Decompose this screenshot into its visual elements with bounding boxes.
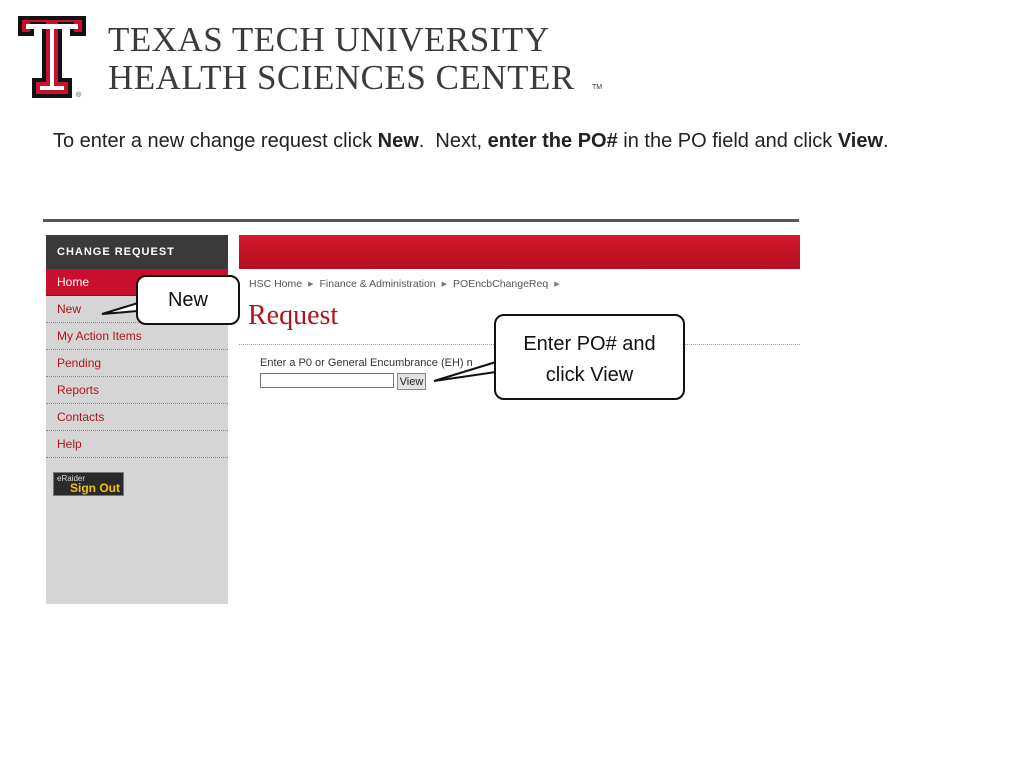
view-button[interactable]: View <box>397 373 426 390</box>
trademark-mark: TM <box>592 84 603 91</box>
instructions-part1: To enter a new change request click <box>53 130 378 152</box>
instructions-new-bold: New <box>377 130 419 152</box>
triangle-right-icon: ▶ <box>441 281 448 288</box>
breadcrumb-poencbchangereq[interactable]: POEncbChangeReq <box>453 278 548 290</box>
instructions-part4: . <box>883 130 889 152</box>
callout-new-text: New <box>167 289 208 311</box>
sidebar-item-help[interactable]: Help <box>46 431 228 458</box>
header: ® TEXAS TECH UNIVERSITY HEALTH SCIENCES … <box>16 14 636 104</box>
callout-po-line1: Enter PO# and <box>523 333 656 355</box>
breadcrumb-hsc-home[interactable]: HSC Home <box>249 278 302 290</box>
instructions-text: To enter a new change request click New.… <box>53 126 933 157</box>
sidebar-title: CHANGE REQUEST <box>46 235 228 269</box>
instructions-part3: in the PO field and click <box>617 130 838 152</box>
sidebar-item-reports[interactable]: Reports <box>46 377 228 404</box>
page-title: Request <box>248 300 339 331</box>
triangle-right-icon: ▶ <box>308 281 314 288</box>
breadcrumb-finance-administration[interactable]: Finance & Administration <box>320 278 436 290</box>
double-t-logo-icon <box>18 16 86 98</box>
callout-enter-po: Enter PO# and click View <box>494 314 685 400</box>
sidebar-item-contacts[interactable]: Contacts <box>46 404 228 431</box>
breadcrumb: HSC Home ▶ Finance & Administration ▶ POEncb… <box>249 278 566 290</box>
divider <box>43 219 799 222</box>
instructions-enter-po-bold: enter the PO# <box>487 130 618 152</box>
triangle-right-icon: ▶ <box>554 281 560 288</box>
callout-new: New <box>136 275 240 325</box>
sidebar-item-my-action-items[interactable]: My Action Items <box>46 323 228 350</box>
instructions-view-bold: View <box>837 130 884 152</box>
po-field-label: Enter a P0 or General Encumbrance (EH) n <box>260 357 473 369</box>
instructions-part2: . Next, <box>418 130 488 152</box>
university-name-line2: HEALTH SCIENCES CENTER <box>108 58 575 97</box>
registered-mark: ® <box>76 92 82 99</box>
university-name-line1: TEXAS TECH UNIVERSITY <box>108 20 550 59</box>
signout-button[interactable]: eRaider Sign Out <box>53 472 124 496</box>
po-input[interactable] <box>260 373 394 388</box>
top-banner <box>239 235 800 269</box>
signout-label: Sign Out <box>70 481 120 495</box>
sidebar-item-pending[interactable]: Pending <box>46 350 228 377</box>
callout-po-line2: click View <box>545 364 634 386</box>
